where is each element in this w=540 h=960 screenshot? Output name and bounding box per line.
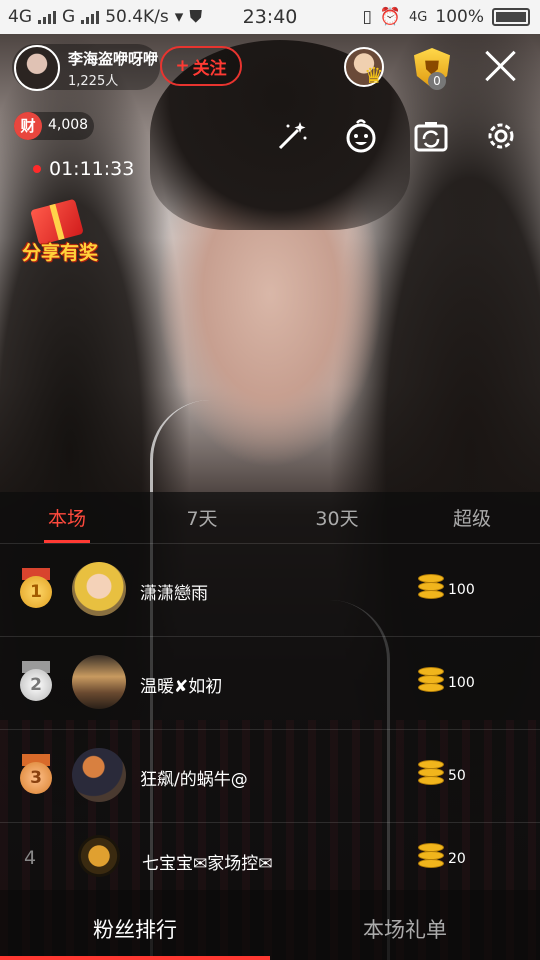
follow-label: 关注 (192, 58, 227, 79)
tab-session-gifts[interactable]: 本场礼单 (270, 914, 540, 944)
live-duration: 01:11:33 (49, 158, 135, 180)
battery-icon (492, 8, 530, 26)
host-follower-count: 1,225人 (68, 74, 119, 89)
ranking-tabs: 本场 7天 30天 超级 (0, 492, 540, 544)
fan-name: 温暖✘如初 (140, 677, 223, 697)
contribution-value: 100 (448, 675, 475, 691)
wealth-icon: 财 (14, 112, 42, 140)
tab-super[interactable]: 超级 (427, 504, 517, 531)
status-bar-left: 4G G 50.4K/s ▾ ⛊ (8, 7, 228, 27)
fan-name: 七宝宝✉家场控✉ (142, 854, 273, 874)
contribution-value: 100 (448, 582, 475, 598)
battery-percent: 100% (435, 7, 484, 27)
bronze-medal-icon: 3 (20, 762, 52, 794)
avatar[interactable] (78, 835, 120, 877)
bottom-tab-underline (0, 956, 270, 960)
camera-switch-icon[interactable] (413, 118, 449, 154)
status-bar: 4G G 50.4K/s ▾ ⛊ 23:40 ▯ ⏰ 4G 100% (0, 0, 540, 34)
signal-bars-icon-2 (81, 10, 100, 24)
avatar[interactable] (72, 748, 126, 802)
coin-stack-icon (418, 760, 444, 790)
close-button[interactable] (482, 48, 518, 84)
beauty-face-icon[interactable] (343, 118, 379, 154)
ranking-row[interactable]: 3 狂飙/的蜗牛@ 50 (0, 730, 540, 823)
avatar[interactable] (72, 655, 126, 709)
settings-gear-icon[interactable] (483, 118, 519, 154)
crown-icon: ♛ (364, 64, 384, 89)
contribution-value: 20 (448, 851, 466, 867)
silver-medal-icon: 2 (20, 669, 52, 701)
alarm-icon: ⏰ (379, 7, 402, 27)
coin-stack-icon (418, 667, 444, 697)
tab-30-days[interactable]: 30天 (292, 504, 382, 531)
signal-bars-icon (38, 10, 56, 24)
host-name: 李海盗咿呀咿 (68, 50, 159, 68)
download-icon: ▾ (174, 7, 184, 27)
shield-check-icon: ⛊ (189, 7, 203, 27)
network-type-3: 4G (409, 9, 428, 25)
fan-name: 潇潇戀雨 (140, 584, 208, 604)
tab-7-days[interactable]: 7天 (157, 504, 247, 531)
plus-icon: + (175, 56, 190, 76)
wealth-value: 4,008 (48, 117, 89, 133)
vibrate-icon: ▯ (362, 7, 372, 27)
network-type-1: 4G (8, 7, 32, 27)
live-indicator-dot (33, 165, 41, 173)
follow-button[interactable]: + 关注 (160, 46, 242, 86)
share-reward-label: 分享有奖 (21, 242, 98, 264)
magic-wand-icon[interactable] (274, 118, 310, 154)
tab-this-session[interactable]: 本场 (22, 504, 112, 531)
avatar[interactable] (72, 562, 126, 616)
status-bar-right: ▯ ⏰ 4G 100% (362, 7, 530, 27)
active-tab-underline (44, 540, 90, 543)
bottom-tab-bar: 粉丝排行 本场礼单 (0, 890, 540, 960)
tab-fan-ranking[interactable]: 粉丝排行 (0, 914, 270, 944)
network-speed: 50.4K/s (105, 7, 169, 27)
gold-medal-icon: 1 (20, 576, 52, 608)
guard-count-badge: 0 (428, 72, 446, 90)
share-reward-button[interactable]: 分享有奖 (16, 198, 104, 270)
ranking-row[interactable]: 1 潇潇戀雨 100 (0, 544, 540, 637)
host-avatar[interactable] (14, 45, 60, 91)
fan-name: 狂飙/的蜗牛@ (140, 770, 248, 790)
contribution-value: 50 (448, 768, 466, 784)
ranking-row[interactable]: 4 七宝宝✉家场控✉ 20 (0, 823, 540, 891)
rank-number: 4 (24, 847, 37, 869)
network-type-2: G (62, 7, 76, 27)
coin-stack-icon (418, 574, 444, 604)
coin-stack-icon (418, 843, 444, 873)
ranking-row[interactable]: 2 温暖✘如初 100 (0, 637, 540, 730)
